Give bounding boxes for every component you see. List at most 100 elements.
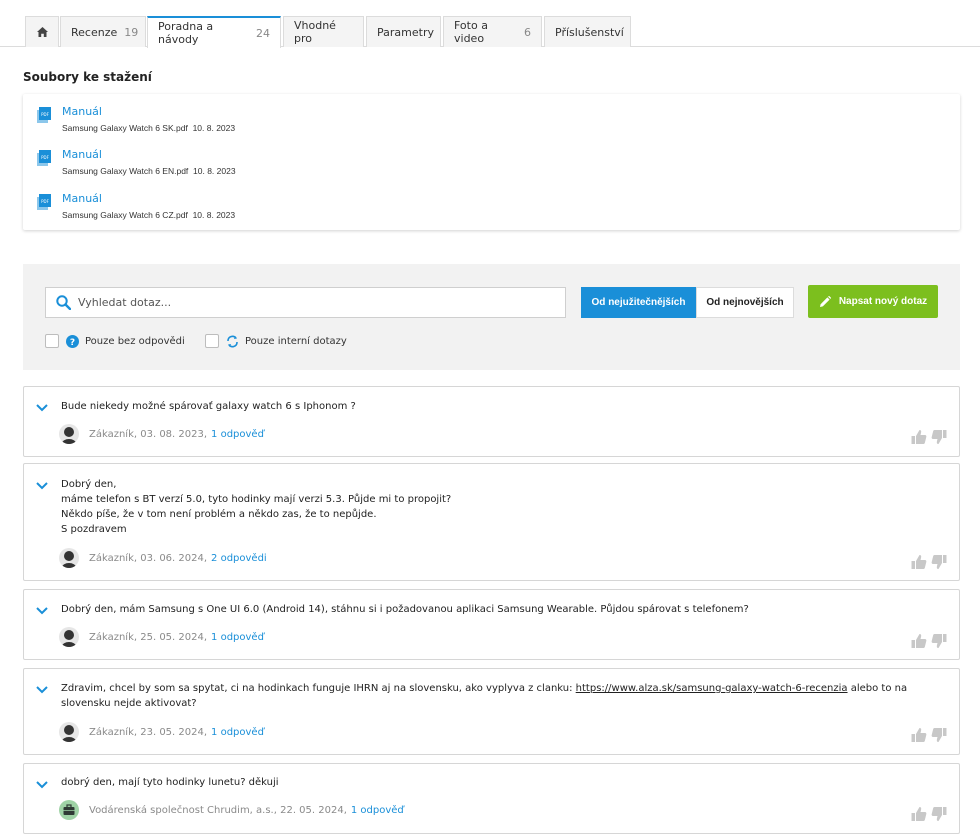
tab-label: Parametry bbox=[377, 25, 434, 39]
vote-controls bbox=[911, 633, 947, 649]
avatar bbox=[59, 722, 79, 742]
question-card[interactable]: Dobrý den, mám Samsung s One UI 6.0 (And… bbox=[23, 589, 960, 660]
thumbs-up-icon[interactable] bbox=[911, 806, 927, 822]
question-mark-icon: ? bbox=[66, 334, 79, 348]
vote-controls bbox=[911, 727, 947, 743]
tab-label: Recenze bbox=[71, 25, 118, 39]
thumbs-down-icon[interactable] bbox=[931, 633, 947, 649]
filter-internal-checkbox[interactable] bbox=[205, 334, 219, 348]
question-card[interactable]: Bude niekedy možné spárovať galaxy watch… bbox=[23, 386, 960, 457]
pdf-file-icon: PDF bbox=[37, 107, 51, 123]
question-card[interactable]: dobrý den, mají tyto hodinky lunetu? děk… bbox=[23, 763, 960, 834]
svg-text:?: ? bbox=[70, 338, 75, 348]
question-card[interactable]: Dobrý den, máme telefon s BT verzí 5.0, … bbox=[23, 463, 960, 581]
thumbs-down-icon[interactable] bbox=[931, 429, 947, 445]
download-date: 10. 8. 2023 bbox=[193, 166, 236, 176]
question-text-before: Zdravim, chcel by som sa spytat, ci na h… bbox=[61, 683, 576, 694]
company-avatar bbox=[59, 800, 79, 820]
search-input[interactable] bbox=[78, 288, 558, 317]
downloads-panel: PDF Manuál Samsung Galaxy Watch 6 SK.pdf… bbox=[23, 94, 960, 230]
user-silhouette-icon bbox=[61, 551, 77, 568]
question-meta: Zákazník, 25. 05. 2024, 1 odpověď bbox=[59, 627, 264, 647]
download-title[interactable]: Manuál bbox=[62, 192, 102, 205]
vote-controls bbox=[911, 554, 947, 570]
question-line: Bude niekedy možné spárovať galaxy watch… bbox=[61, 401, 356, 412]
question-author: Zákazník, 25. 05. 2024, bbox=[89, 631, 208, 643]
download-meta: Samsung Galaxy Watch 6 SK.pdf 10. 8. 202… bbox=[62, 123, 235, 133]
question-card[interactable]: Zdravim, chcel by som sa spytat, ci na h… bbox=[23, 668, 960, 755]
download-date: 10. 8. 2023 bbox=[192, 123, 236, 133]
search-panel: Od nejužitečnějších Od nejnovějších Naps… bbox=[23, 264, 960, 370]
tab-count: 19 bbox=[124, 25, 139, 39]
download-file: Samsung Galaxy Watch 6 SK.pdf bbox=[62, 123, 188, 133]
question-meta: Zákazník, 23. 05. 2024, 1 odpověď bbox=[59, 722, 264, 742]
new-question-label: Napsat nový dotaz bbox=[838, 296, 928, 307]
answers-link[interactable]: 1 odpověď bbox=[211, 727, 264, 738]
question-line: Dobrý den, bbox=[61, 479, 117, 490]
thumbs-up-icon[interactable] bbox=[911, 633, 927, 649]
tab-foto-video[interactable]: Foto a video 6 bbox=[443, 16, 542, 47]
internal-arrows-icon bbox=[226, 335, 239, 348]
search-icon bbox=[56, 295, 71, 310]
thumbs-up-icon[interactable] bbox=[911, 727, 927, 743]
avatar bbox=[59, 424, 79, 444]
question-meta: Zákazník, 03. 06. 2024, 2 odpovědi bbox=[59, 548, 267, 568]
tab-vhodne-pro[interactable]: Vhodné pro bbox=[283, 16, 364, 47]
question-line: Dobrý den, mám Samsung s One UI 6.0 (And… bbox=[61, 604, 749, 615]
tab-poradna[interactable]: Poradna a návody 24 bbox=[147, 16, 281, 48]
chevron-down-icon[interactable] bbox=[36, 607, 48, 615]
download-file: Samsung Galaxy Watch 6 CZ.pdf bbox=[62, 210, 188, 220]
pdf-file-icon: PDF bbox=[37, 150, 51, 166]
question-author: Zákazník, 23. 05. 2024, bbox=[89, 726, 208, 738]
download-title[interactable]: Manuál bbox=[62, 148, 102, 161]
question-line: máme telefon s BT verzí 5.0, tyto hodink… bbox=[61, 494, 452, 505]
briefcase-icon bbox=[63, 804, 75, 815]
user-silhouette-icon bbox=[61, 725, 77, 742]
search-box[interactable] bbox=[45, 287, 566, 318]
avatar bbox=[59, 548, 79, 568]
home-icon bbox=[36, 27, 48, 37]
thumbs-down-icon[interactable] bbox=[931, 727, 947, 743]
tab-parametry[interactable]: Parametry bbox=[366, 16, 441, 47]
chevron-down-icon[interactable] bbox=[36, 686, 48, 694]
filter-internal[interactable]: Pouze interní dotazy bbox=[205, 333, 347, 349]
pdf-file-icon: PDF bbox=[37, 194, 51, 210]
chevron-down-icon[interactable] bbox=[36, 781, 48, 789]
tab-label: Poradna a návody bbox=[158, 20, 214, 46]
thumbs-down-icon[interactable] bbox=[931, 554, 947, 570]
new-question-button[interactable]: Napsat nový dotaz bbox=[808, 285, 938, 318]
vote-controls bbox=[911, 806, 947, 822]
tab-recenze[interactable]: Recenze 19 bbox=[60, 16, 146, 47]
sort-newest-button[interactable]: Od nejnovějších bbox=[696, 287, 794, 318]
thumbs-up-icon[interactable] bbox=[911, 554, 927, 570]
user-silhouette-icon bbox=[61, 630, 77, 647]
sort-most-useful-button[interactable]: Od nejužitečnějších bbox=[581, 287, 696, 318]
filter-unanswered-checkbox[interactable] bbox=[45, 334, 59, 348]
answers-link[interactable]: 1 odpověď bbox=[211, 429, 264, 440]
svg-text:PDF: PDF bbox=[41, 199, 49, 204]
download-date: 10. 8. 2023 bbox=[192, 210, 236, 220]
chevron-down-icon[interactable] bbox=[36, 404, 48, 412]
filter-unanswered[interactable]: ? Pouze bez odpovědi bbox=[45, 333, 185, 349]
download-title[interactable]: Manuál bbox=[62, 105, 102, 118]
article-link[interactable]: https://www.alza.sk/samsung-galaxy-watch… bbox=[576, 683, 848, 694]
question-line: dobrý den, mají tyto hodinky lunetu? děk… bbox=[61, 777, 279, 788]
avatar bbox=[59, 627, 79, 647]
tab-prislusenstvi[interactable]: Příslušenství bbox=[544, 16, 631, 47]
answers-link[interactable]: 1 odpověď bbox=[211, 632, 264, 643]
thumbs-down-icon[interactable] bbox=[931, 806, 947, 822]
downloads-title: Soubory ke stažení bbox=[23, 70, 152, 84]
svg-text:PDF: PDF bbox=[41, 112, 49, 117]
question-author: Zákazník, 03. 06. 2024, bbox=[89, 552, 208, 564]
question-meta: Zákazník, 03. 08. 2023, 1 odpověď bbox=[59, 424, 264, 444]
download-file: Samsung Galaxy Watch 6 EN.pdf bbox=[62, 166, 189, 176]
thumbs-up-icon[interactable] bbox=[911, 429, 927, 445]
chevron-down-icon[interactable] bbox=[36, 482, 48, 490]
answers-link[interactable]: 2 odpovědi bbox=[211, 553, 267, 564]
answers-link[interactable]: 1 odpověď bbox=[351, 805, 404, 816]
question-line: Někdo píše, že v tom není problém a někd… bbox=[61, 509, 377, 520]
svg-text:PDF: PDF bbox=[41, 155, 49, 160]
tab-label: Foto a video bbox=[454, 19, 488, 45]
question-text: Dobrý den, máme telefon s BT verzí 5.0, … bbox=[61, 477, 921, 537]
tab-home[interactable] bbox=[25, 16, 59, 47]
